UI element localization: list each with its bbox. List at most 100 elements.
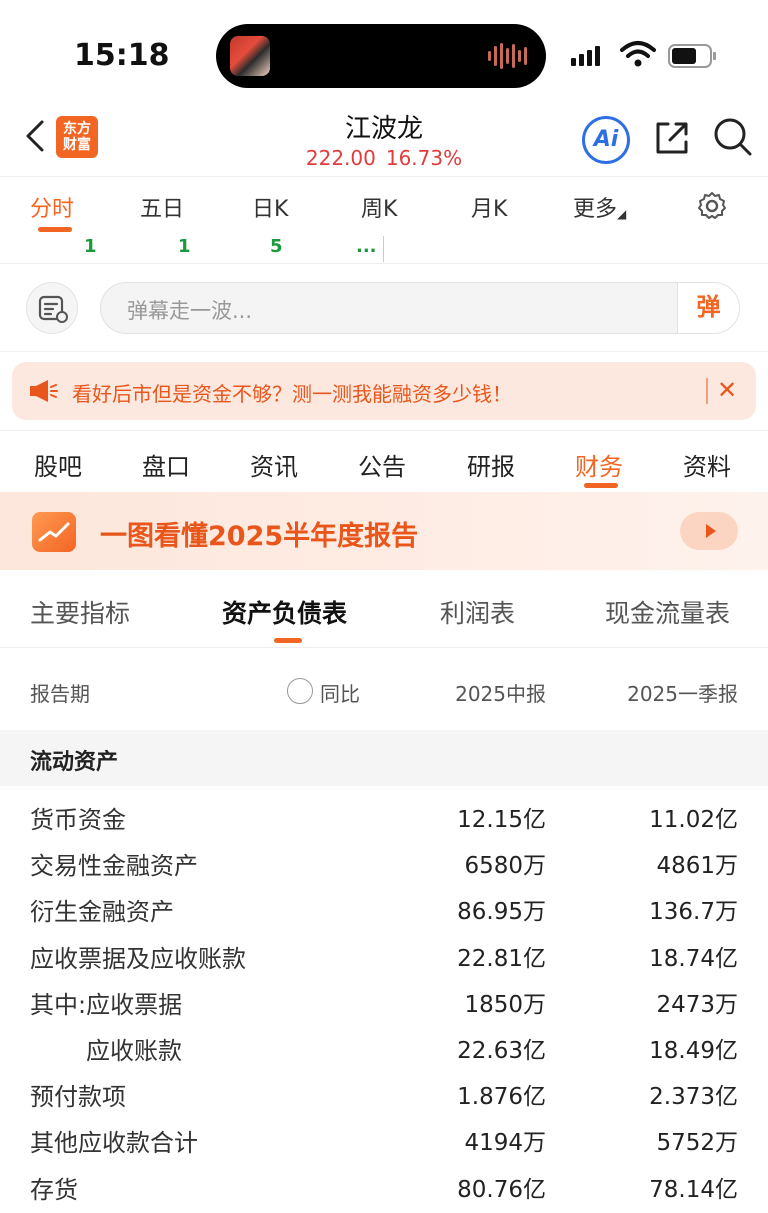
- row-value-h1: 4194万: [464, 1130, 546, 1157]
- sub-number: 5: [270, 236, 283, 257]
- finance-statement-tabs: 主要指标 资产负债表 利润表 现金流量表: [0, 570, 768, 648]
- promo-title: 一图看懂2025半年度报告: [100, 521, 419, 552]
- danmaku-input[interactable]: 弹幕走一波... 弹: [100, 282, 740, 334]
- table-row[interactable]: 衍生金融资产 86.95万 136.7万: [0, 884, 768, 930]
- row-value-h1: 1.876亿: [457, 1084, 546, 1111]
- group-label: 流动资产: [30, 750, 119, 775]
- row-value-h1: 22.63亿: [457, 1037, 546, 1064]
- tab-research[interactable]: 研报: [467, 447, 515, 482]
- chart-sub-indicators: 1 1 5 ...: [0, 236, 768, 264]
- tab-news[interactable]: 资讯: [250, 447, 298, 482]
- table-row[interactable]: 应收账款 22.63亿 18.49亿: [0, 1023, 768, 1069]
- row-value-q1: 4861万: [656, 853, 738, 880]
- tab-intraday[interactable]: 分时: [30, 191, 74, 223]
- yoy-radio[interactable]: [287, 678, 313, 704]
- share-icon[interactable]: [652, 118, 692, 158]
- row-value-q1: 5752万: [656, 1130, 738, 1157]
- audio-wave-icon: [488, 42, 528, 70]
- row-label: 货币资金: [30, 806, 126, 834]
- tab-forum[interactable]: 股吧: [34, 447, 82, 482]
- group-header: 流动资产: [0, 730, 768, 786]
- report-promo[interactable]: 一图看懂2025半年度报告: [0, 492, 768, 570]
- tab-cash-flow[interactable]: 现金流量表: [605, 594, 730, 630]
- row-value-h1: 1850万: [464, 991, 546, 1018]
- active-tab-indicator: [584, 483, 618, 488]
- tab-profile[interactable]: 资料: [683, 447, 731, 482]
- tab-more-label: 更多: [573, 197, 618, 222]
- danmaku-toggle-button[interactable]: 弹: [677, 283, 739, 333]
- table-row[interactable]: 存货 80.76亿 78.14亿: [0, 1162, 768, 1208]
- column-header-h1-2025: 2025中报: [455, 682, 546, 706]
- table-row[interactable]: 其中:应收票据 1850万 2473万: [0, 977, 768, 1023]
- search-icon[interactable]: [712, 116, 754, 158]
- danmaku-settings-icon[interactable]: [26, 282, 78, 334]
- row-label: 应收票据及应收账款: [30, 944, 246, 973]
- danmaku-bar: 弹幕走一波... 弹: [0, 264, 768, 352]
- row-label: 其中:应收票据: [30, 990, 183, 1019]
- row-label: 衍生金融资产: [30, 898, 174, 927]
- table-row[interactable]: 交易性金融资产 6580万 4861万: [0, 838, 768, 884]
- yoy-label[interactable]: 同比: [320, 678, 360, 707]
- row-label: 存货: [30, 1175, 78, 1204]
- sub-number: 1: [84, 236, 97, 257]
- tab-finance[interactable]: 财务: [575, 447, 623, 482]
- chart-report-icon: [32, 512, 76, 552]
- row-value-q1: 2.373亿: [649, 1084, 738, 1111]
- row-label: 其他应收款合计: [30, 1129, 198, 1158]
- danmaku-placeholder: 弹幕走一波...: [127, 299, 253, 323]
- tab-announcements[interactable]: 公告: [358, 447, 406, 482]
- row-value-q1: 2473万: [656, 991, 738, 1018]
- row-label: 应收账款: [86, 1036, 182, 1065]
- tab-balance-sheet[interactable]: 资产负债表: [222, 594, 347, 630]
- table-row[interactable]: 应收票据及应收账款 22.81亿 18.74亿: [0, 931, 768, 977]
- table-header: 报告期 同比 2025中报 2025一季报: [0, 648, 768, 730]
- section-tabs: 股吧 盘口 资讯 公告 研报 财务 资料: [0, 430, 768, 492]
- row-value-q1: 11.02亿: [649, 807, 738, 833]
- megaphone-icon: [30, 380, 58, 402]
- tab-more[interactable]: 更多◢: [573, 191, 626, 223]
- column-header-q1-2025: 2025一季报: [627, 682, 738, 706]
- divider: [706, 378, 708, 404]
- wifi-icon: [620, 41, 656, 67]
- stock-header: 东方 财富 江波龙 222.00 16.73% Ai: [0, 100, 768, 176]
- tab-weekly-k[interactable]: 周K: [361, 191, 397, 223]
- table-row[interactable]: 预付款项 1.876亿 2.373亿: [0, 1069, 768, 1115]
- row-value-q1: 18.49亿: [649, 1037, 738, 1064]
- stock-price: 222.00: [305, 146, 376, 170]
- row-value-h1: 86.95万: [457, 899, 546, 926]
- active-tab-indicator: [38, 227, 72, 232]
- table-row[interactable]: 货币资金 12.15亿 11.02亿: [0, 792, 768, 838]
- row-label: 预付款项: [30, 1083, 126, 1112]
- banner-text: 看好后市但是资金不够？测一测我能融资多少钱！: [72, 382, 512, 406]
- sub-number: 1: [178, 236, 191, 257]
- row-label: 交易性金融资产: [30, 852, 198, 881]
- tab-orderbook[interactable]: 盘口: [142, 447, 190, 482]
- stock-change-pct: 16.73%: [385, 146, 463, 170]
- tab-key-metrics[interactable]: 主要指标: [30, 594, 130, 630]
- status-time: 15:18: [74, 38, 170, 73]
- row-value-h1: 80.76亿: [457, 1176, 546, 1203]
- row-value-q1: 78.14亿: [649, 1176, 738, 1203]
- status-bar: 15:18: [0, 0, 768, 100]
- table-row[interactable]: 其他应收款合计 4194万 5752万: [0, 1115, 768, 1161]
- margin-promo-banner[interactable]: 看好后市但是资金不够？测一测我能融资多少钱！ ✕: [12, 362, 756, 420]
- ai-assistant-button[interactable]: Ai: [582, 116, 630, 164]
- tab-five-day[interactable]: 五日: [140, 191, 184, 223]
- dynamic-island[interactable]: [216, 24, 546, 88]
- gear-icon[interactable]: [696, 190, 728, 222]
- chart-period-tabs: 分时 五日 日K 周K 月K 更多◢: [0, 176, 768, 236]
- tab-income-statement[interactable]: 利润表: [440, 594, 515, 630]
- cellular-signal-icon: [571, 44, 600, 66]
- battery-icon: [668, 44, 716, 68]
- caret-down-icon: ◢: [617, 207, 627, 221]
- balance-sheet-rows: 货币资金 12.15亿 11.02亿 交易性金融资产 6580万 4861万 衍…: [0, 792, 768, 1208]
- sub-number: ...: [356, 236, 377, 257]
- close-icon[interactable]: ✕: [717, 376, 737, 404]
- row-value-h1: 22.81亿: [457, 945, 546, 972]
- tab-monthly-k[interactable]: 月K: [471, 191, 507, 223]
- play-button[interactable]: [680, 512, 738, 550]
- column-header-period: 报告期: [30, 682, 90, 706]
- tab-daily-k[interactable]: 日K: [252, 191, 288, 223]
- active-tab-indicator: [274, 638, 302, 643]
- divider: [383, 236, 384, 262]
